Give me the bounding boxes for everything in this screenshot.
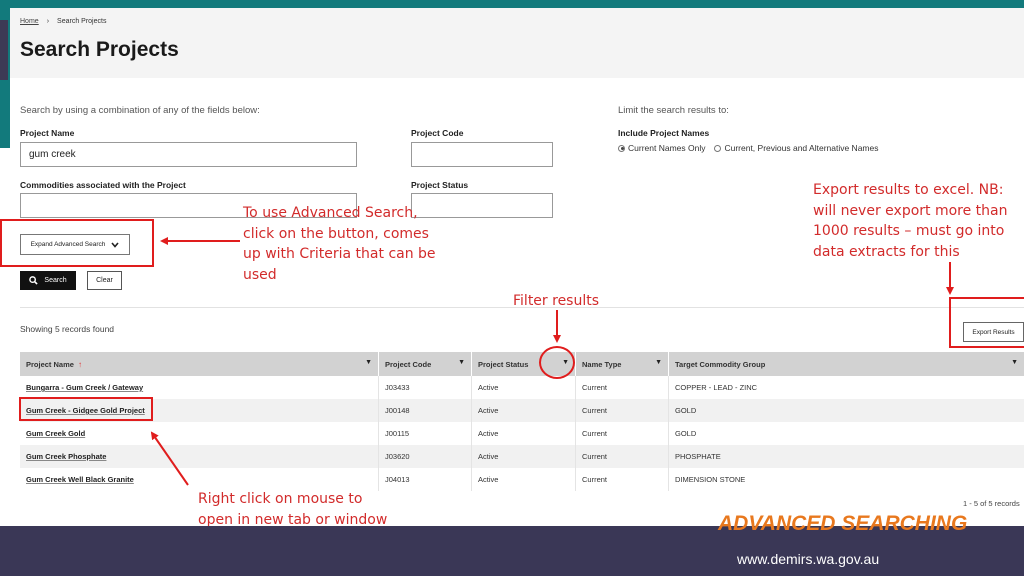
slide-title: ADVANCED SEARCHING <box>718 512 968 535</box>
advanced-search-annotation: To use Advanced Search, click on the but… <box>243 205 436 283</box>
arrow-to-project-link <box>150 431 189 486</box>
filter-annotation: Filter results <box>513 293 600 309</box>
annotation-arrows <box>150 237 954 486</box>
site-url: www.demirs.wa.gov.au <box>737 551 880 567</box>
export-annotation: Export results to excel. NB: will never … <box>813 182 1008 260</box>
